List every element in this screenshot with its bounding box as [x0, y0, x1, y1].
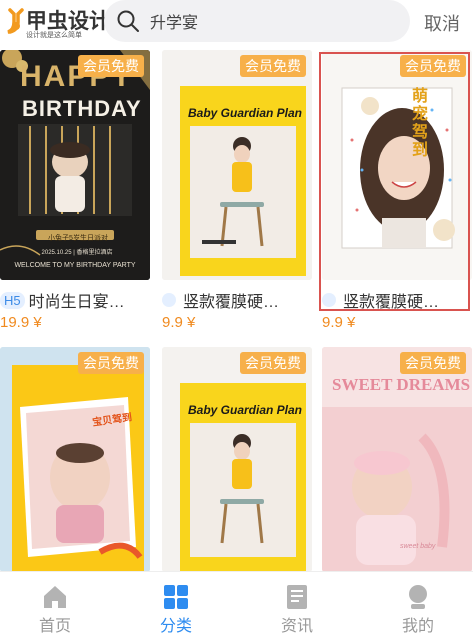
member-free-badge: 会员免费 [240, 55, 306, 77]
tag-dot [322, 293, 336, 307]
tab-home[interactable]: 首页 [15, 572, 95, 635]
bottom-tab-bar: 首页 分类 资讯 我的 [0, 571, 473, 635]
poster-heading: Baby Guardian Plan [187, 403, 303, 417]
poster-subheading: BIRTHDAY [22, 96, 142, 121]
poster-heading: 萌宠驾到 [412, 88, 429, 159]
h5-tag: H5 [0, 291, 25, 309]
search-bar[interactable] [104, 0, 410, 42]
template-thumbnail[interactable]: Baby Guardian Plan 会员免费 [162, 50, 312, 280]
card-title-row[interactable]: 竖款覆膜硬壳… [322, 288, 472, 312]
tab-label: 分类 [159, 618, 192, 635]
baby-yellow-book-art [0, 347, 150, 572]
poster-heading: Baby Guardian Plan [187, 106, 303, 120]
girl-portrait-art [322, 50, 472, 280]
template-thumbnail[interactable]: 萌宠驾到 会员免费 [322, 50, 472, 280]
search-icon[interactable] [116, 9, 140, 33]
tab-label: 资讯 [280, 618, 313, 635]
card-price: 9.9 ¥ [322, 314, 356, 331]
poster-welcome: WELCOME TO MY BIRTHDAY PARTY [14, 262, 136, 269]
tab-category[interactable]: 分类 [136, 572, 216, 635]
card-price: 9.9 ¥ [162, 314, 196, 331]
template-thumbnail[interactable]: 宝贝驾到 会员免费 [0, 347, 150, 572]
tab-label: 首页 [38, 618, 71, 635]
search-input[interactable] [150, 8, 390, 34]
logo-slogan: 设计就是这么简单 [26, 32, 82, 39]
tab-profile[interactable]: 我的 [378, 572, 458, 635]
yellow-book-art [162, 50, 312, 280]
cancel-button[interactable]: 取消 [424, 10, 460, 36]
card-title[interactable]: 竖款覆膜硬壳… [343, 288, 453, 312]
card-title[interactable]: 时尚生日宴… [29, 288, 139, 312]
tab-news[interactable]: 资讯 [257, 572, 337, 635]
tag-dot [162, 293, 176, 307]
brand-logo[interactable]: 甲虫设计 设计就是这么简单 [6, 4, 110, 40]
template-thumbnail[interactable]: HAPPY BIRTHDAY 小兔子5岁生日派对 2025.10.25 | 香格… [0, 50, 150, 280]
home-icon [44, 586, 66, 608]
news-icon [287, 585, 307, 609]
grid-icon [164, 585, 188, 609]
card-title[interactable]: 竖款覆膜硬壳… [183, 288, 293, 312]
poster-caption: 小兔子5岁生日派对 [48, 235, 108, 242]
card-price: 19.9 ¥ [0, 314, 42, 331]
member-free-badge: 会员免费 [400, 352, 466, 374]
template-thumbnail[interactable]: SWEET DREAMS sweet baby 会员免费 [322, 347, 472, 572]
yellow-book-art [162, 347, 312, 572]
top-bar: 甲虫设计 设计就是这么简单 取消 [0, 0, 473, 44]
poster-caption: sweet baby [400, 543, 436, 550]
member-free-badge: 会员免费 [78, 352, 144, 374]
tab-label: 我的 [401, 618, 434, 635]
member-free-badge: 会员免费 [400, 55, 466, 77]
beetle-logo-icon [7, 8, 24, 34]
member-free-badge: 会员免费 [78, 55, 144, 77]
member-free-badge: 会员免费 [240, 352, 306, 374]
card-title-row[interactable]: 竖款覆膜硬壳… [162, 288, 312, 312]
poster-heading: SWEET DREAMS [332, 375, 471, 394]
user-icon [409, 585, 427, 609]
poster-date: 2025.10.25 | 香格里拉酒店 [41, 250, 113, 256]
card-title-row[interactable]: H5 时尚生日宴… [0, 288, 150, 312]
template-thumbnail[interactable]: Baby Guardian Plan 会员免费 [162, 347, 312, 572]
